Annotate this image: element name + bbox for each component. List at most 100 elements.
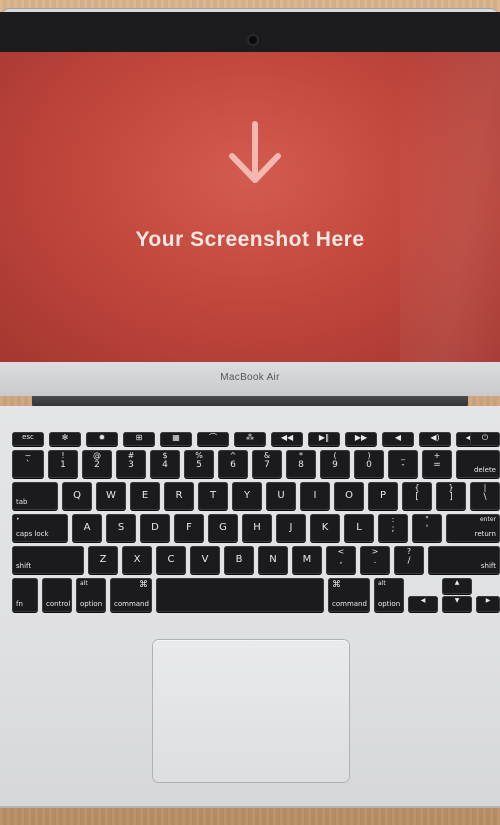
key-d[interactable]: D (140, 514, 170, 542)
key-u[interactable]: U (266, 482, 296, 510)
arrow-left-icon: ◀ (420, 597, 426, 604)
key-backtick[interactable]: ~ ` (12, 450, 44, 478)
dashboard-icon: ▦ (172, 433, 180, 442)
key-f9[interactable]: ▶▶ (345, 432, 377, 446)
key-option-left[interactable]: alt option (76, 578, 106, 612)
key-j[interactable]: J (276, 514, 306, 542)
key-k[interactable]: K (310, 514, 340, 542)
trackpad[interactable] (153, 640, 349, 782)
key-q[interactable]: Q (62, 482, 92, 510)
key-f[interactable]: F (174, 514, 204, 542)
key-caps-lock[interactable]: • caps lock (12, 514, 68, 542)
key-t[interactable]: T (198, 482, 228, 510)
key-tab[interactable]: tab (12, 482, 58, 510)
key-9[interactable]: (9 (320, 450, 350, 478)
key-control[interactable]: control (42, 578, 72, 612)
key-shift-left[interactable]: shift (12, 546, 84, 574)
key-arrow-right[interactable]: ▶ (476, 596, 500, 612)
key-right-bracket[interactable]: }] (436, 482, 466, 510)
key-f10[interactable]: ◀ (382, 432, 414, 446)
key-w[interactable]: W (96, 482, 126, 510)
key-return[interactable]: enter return (446, 514, 500, 542)
key-l[interactable]: L (344, 514, 374, 542)
key-f3[interactable]: ⊞ (123, 432, 155, 446)
key-p[interactable]: P (368, 482, 398, 510)
key-e[interactable]: E (130, 482, 160, 510)
key-arrow-up[interactable]: ▲ (442, 578, 472, 594)
keyboard-backlight-up-icon: ⁂ (246, 433, 254, 442)
keyboard: esc ✻ ✹ ⊞ ▦ ⌒ ⁂ ◀◀ ▶‖ ▶▶ ◀ ◀) ◀)) ⏻ ~` !… (4, 424, 500, 620)
key-s[interactable]: S (106, 514, 136, 542)
key-esc-label: esc (22, 433, 34, 441)
fast-forward-icon: ▶▶ (354, 433, 368, 442)
key-3[interactable]: #3 (116, 450, 146, 478)
key-n[interactable]: N (258, 546, 288, 574)
key-f4[interactable]: ▦ (160, 432, 192, 446)
play-pause-icon: ▶‖ (318, 433, 330, 442)
key-f8[interactable]: ▶‖ (308, 432, 340, 446)
key-h[interactable]: H (242, 514, 272, 542)
key-i[interactable]: I (300, 482, 330, 510)
key-v[interactable]: V (190, 546, 220, 574)
brightness-down-icon: ✻ (61, 433, 69, 442)
key-6[interactable]: ^ 6 (218, 450, 248, 478)
key-x[interactable]: X (122, 546, 152, 574)
key-f7[interactable]: ◀◀ (271, 432, 303, 446)
key-f1[interactable]: ✻ (49, 432, 81, 446)
key-c[interactable]: C (156, 546, 186, 574)
command-icon: ⌘ (332, 580, 341, 590)
key-4[interactable]: $4 (150, 450, 180, 478)
key-semicolon[interactable]: :; (378, 514, 408, 542)
key-z[interactable]: Z (88, 546, 118, 574)
key-m[interactable]: M (292, 546, 322, 574)
key-f6[interactable]: ⁂ (234, 432, 266, 446)
arrow-down-key-icon: ▼ (454, 597, 460, 604)
arrow-right-icon: ▶ (485, 597, 491, 604)
key-delete[interactable]: delete (456, 450, 500, 478)
mute-icon: ◀ (394, 433, 402, 442)
key-equals[interactable]: + = (422, 450, 452, 478)
key-g[interactable]: G (208, 514, 238, 542)
key-left-bracket[interactable]: {[ (402, 482, 432, 510)
key-quote[interactable]: " ' (412, 514, 442, 542)
key-o[interactable]: O (334, 482, 364, 510)
key-command-right[interactable]: ⌘ command (328, 578, 370, 612)
key-option-right[interactable]: alt option (374, 578, 404, 612)
key-b[interactable]: B (224, 546, 254, 574)
key-f2[interactable]: ✹ (86, 432, 118, 446)
key-f11[interactable]: ◀) (419, 432, 451, 446)
key-power[interactable]: ⏻ (470, 432, 500, 446)
key-backslash[interactable]: | \ (470, 482, 500, 510)
key-slash[interactable]: ? / (394, 546, 424, 574)
key-comma[interactable]: <, (326, 546, 356, 574)
arrow-up-icon: ▲ (454, 579, 460, 586)
key-8[interactable]: * 8 (286, 450, 316, 478)
key-esc[interactable]: esc (12, 432, 44, 446)
key-arrow-down[interactable]: ▼ (442, 596, 472, 612)
key-y[interactable]: Y (232, 482, 262, 510)
key-period[interactable]: >. (360, 546, 390, 574)
caps-lock-indicator-icon: • (16, 516, 20, 523)
key-7[interactable]: & 7 (252, 450, 282, 478)
key-f5[interactable]: ⌒ (197, 432, 229, 446)
key-5[interactable]: % 5 (184, 450, 214, 478)
key-2[interactable]: @2 (82, 450, 112, 478)
screen: Your Screenshot Here (0, 52, 500, 362)
key-a[interactable]: A (72, 514, 102, 542)
key-1[interactable]: ! 1 (48, 450, 78, 478)
key-r[interactable]: R (164, 482, 194, 510)
key-space[interactable] (156, 578, 324, 612)
key-shift-right[interactable]: shift (428, 546, 500, 574)
expose-icon: ⊞ (135, 433, 143, 442)
key-minus[interactable]: _ - (388, 450, 418, 478)
keyboard-backlight-down-icon: ⌒ (209, 433, 217, 442)
key-command-left[interactable]: ⌘ command (110, 578, 152, 612)
key-arrow-left[interactable]: ◀ (408, 596, 438, 612)
screen-reflection (400, 52, 500, 362)
arrow-down-icon (229, 121, 281, 183)
key-fn[interactable]: fn (12, 578, 38, 612)
volume-down-icon: ◀) (430, 433, 440, 442)
key-0[interactable]: ) 0 (354, 450, 384, 478)
rewind-icon: ◀◀ (280, 433, 294, 442)
brightness-up-icon: ✹ (98, 433, 106, 442)
